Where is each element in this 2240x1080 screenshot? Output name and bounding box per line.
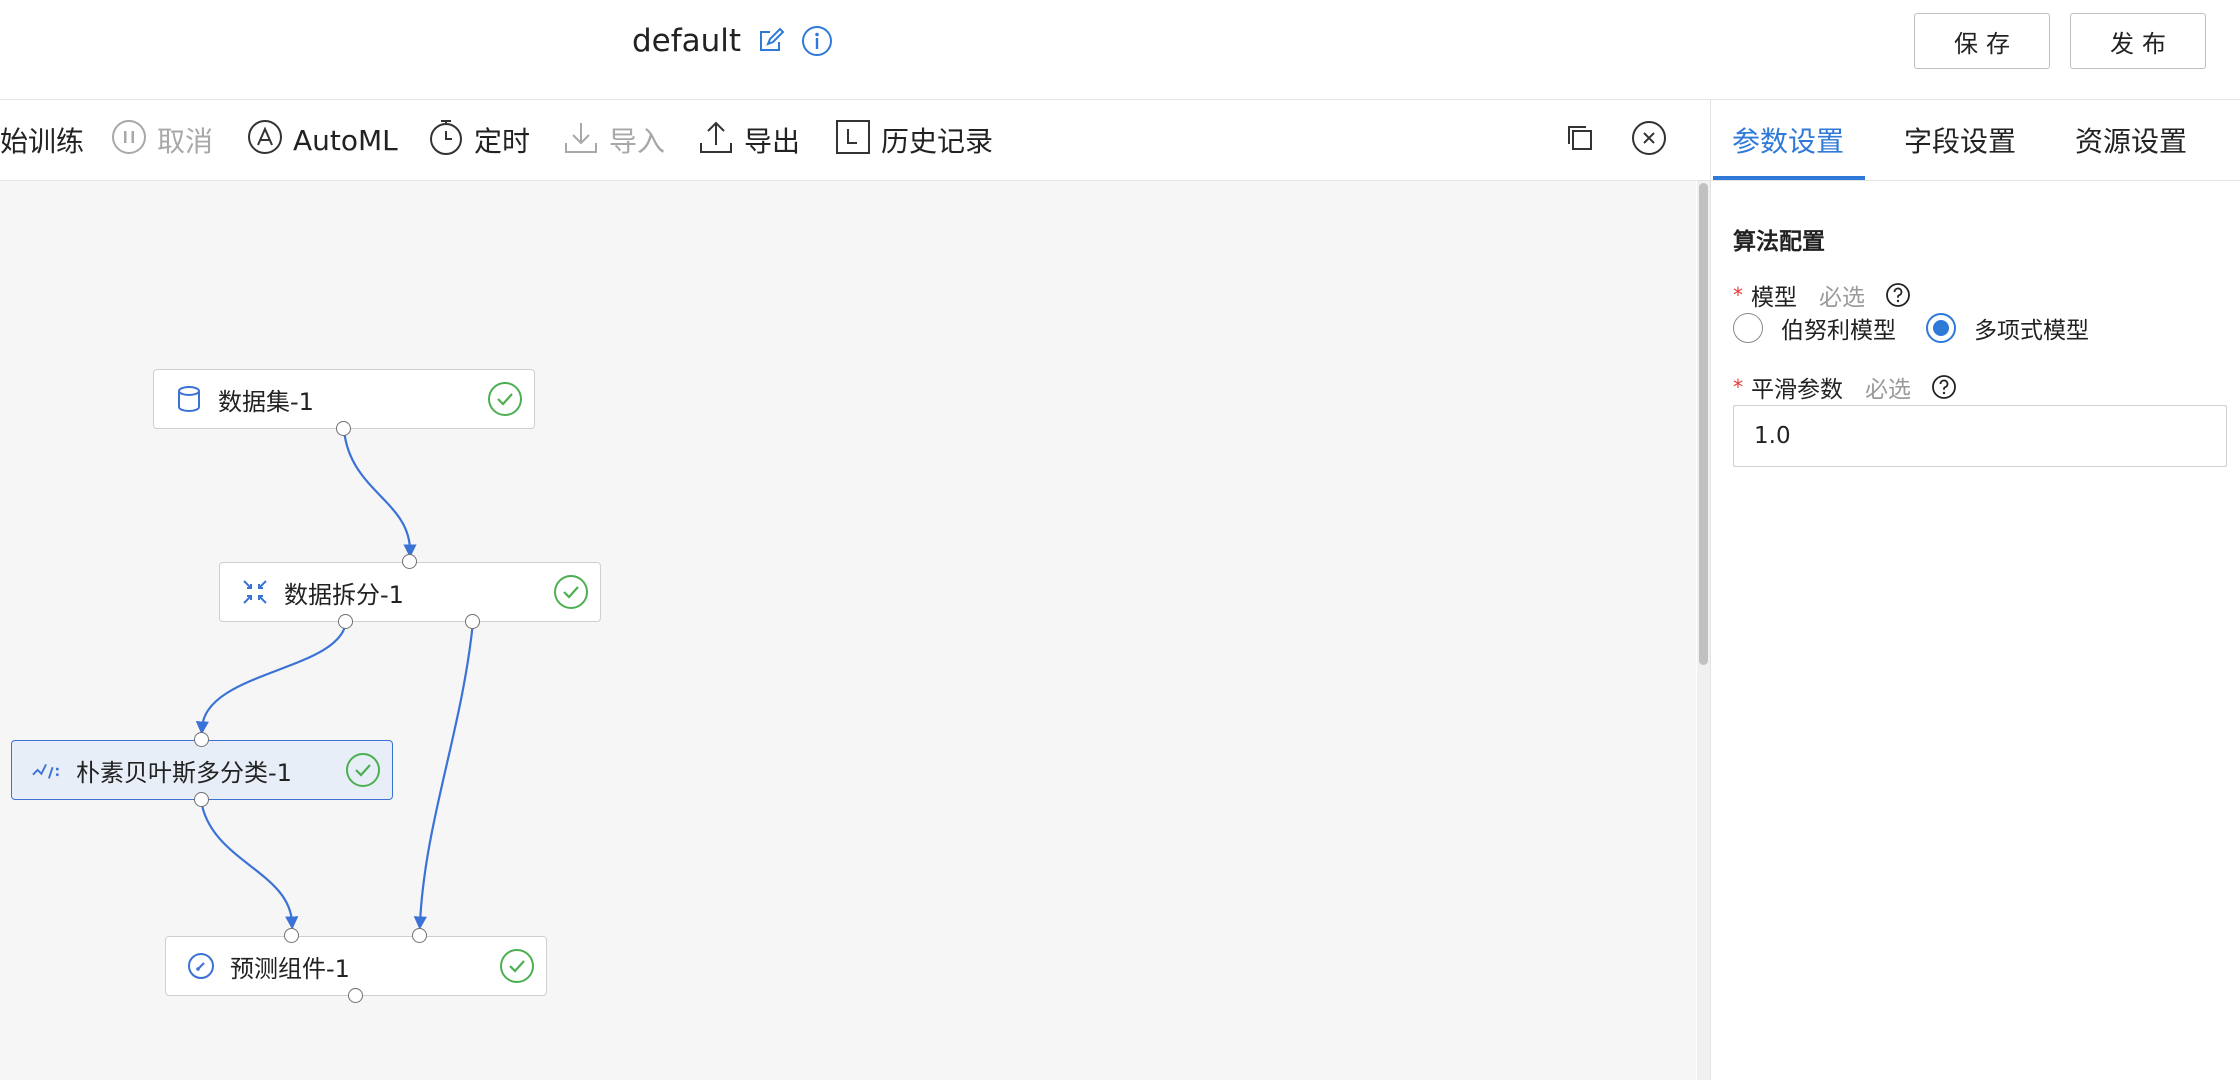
copy-icon [1566,124,1594,156]
edge-bayes-to-predict [199,799,299,930]
required-mark: * [1733,375,1743,399]
properties-panel: 参数设置 字段设置 资源设置 算法配置 * 模型 必选 伯努利模型 多项式模型 … [1711,100,2240,1080]
node-naive-bayes-output-port[interactable] [194,792,209,807]
tab-resource-settings[interactable]: 资源设置 [2075,100,2187,180]
active-tab-indicator [1713,176,1865,180]
canvas-scrollbar[interactable] [1697,181,1710,1080]
publish-button[interactable]: 发布 [2070,13,2206,69]
pause-icon [111,119,147,162]
cancel-button[interactable]: 取消 [111,100,213,180]
radio-multinomial[interactable]: 多项式模型 [1926,311,2089,345]
timer-icon [428,118,464,163]
edge-split-to-predict [413,621,475,930]
edge-dataset-to-split [342,429,417,558]
panel-tabs: 参数设置 字段设置 资源设置 [1711,100,2240,181]
radio-button[interactable] [1733,313,1763,343]
cancel-label: 取消 [157,125,214,158]
schedule-label: 定时 [474,125,531,158]
node-data-split[interactable]: 数据拆分-1 [219,562,601,622]
node-dataset[interactable]: 数据集-1 [153,369,535,429]
model-label: 模型 [1751,285,1797,311]
history-label: 历史记录 [881,125,994,158]
model-hint: 必选 [1819,285,1865,311]
node-naive-bayes-input-port[interactable] [194,732,209,747]
canvas-toolbar: 始训练 取消 AutoML 定时 导入 导出 历史记录 [0,100,1710,181]
tab-parameter-settings[interactable]: 参数设置 [1732,100,1844,180]
export-button[interactable]: 导出 [698,100,800,180]
top-header: default 保存 发布 [0,0,2240,100]
smoothing-input[interactable] [1733,405,2227,467]
node-naive-bayes[interactable]: 朴素贝叶斯多分类-1 [11,740,393,800]
canvas-scroll-thumb[interactable] [1699,183,1708,665]
predict-icon [186,951,216,981]
automl-button[interactable]: AutoML [247,100,398,180]
help-icon[interactable] [1931,374,1957,400]
node-data-split-output-port-2[interactable] [465,614,480,629]
node-predict-input-port-2[interactable] [412,928,427,943]
title-group: default [632,18,833,64]
node-label: 预测组件-1 [230,954,350,983]
download-icon [563,119,599,162]
smoothing-hint: 必选 [1865,377,1911,403]
node-data-split-input-port[interactable] [402,554,417,569]
node-label: 朴素贝叶斯多分类-1 [76,758,292,787]
radio-bernoulli-label: 伯努利模型 [1781,318,1896,344]
info-icon[interactable] [801,25,833,57]
page-title: default [632,23,742,59]
help-icon[interactable] [1885,282,1911,308]
radio-bernoulli[interactable]: 伯努利模型 [1733,311,1896,345]
radio-multinomial-label: 多项式模型 [1974,318,2089,344]
success-check-icon [498,947,536,985]
smoothing-label: 平滑参数 [1751,377,1843,403]
automl-icon [247,119,283,162]
close-circle-icon [1631,120,1667,160]
node-label: 数据拆分-1 [284,580,404,609]
import-button[interactable]: 导入 [563,100,665,180]
split-icon [240,577,270,607]
tab-field-settings[interactable]: 字段设置 [1904,100,2016,180]
node-dataset-output-port[interactable] [336,421,351,436]
export-label: 导出 [744,125,801,158]
upload-icon [698,119,734,162]
model-radio-group: 伯努利模型 多项式模型 [1733,311,2119,345]
start-training-button[interactable]: 始训练 [0,100,84,180]
node-predict-input-port-1[interactable] [284,928,299,943]
required-mark: * [1733,283,1743,307]
algorithm-icon [32,755,62,785]
schedule-button[interactable]: 定时 [428,100,530,180]
edit-icon[interactable] [755,25,787,57]
history-button[interactable]: 历史记录 [835,100,993,180]
node-data-split-output-port-1[interactable] [338,614,353,629]
smoothing-field-label: * 平滑参数 必选 [1733,370,1957,404]
copy-button[interactable] [1560,120,1600,160]
automl-label: AutoML [293,123,398,157]
node-predict[interactable]: 预测组件-1 [165,936,547,996]
node-label: 数据集-1 [218,387,314,416]
start-training-label: 始训练 [0,125,85,158]
success-check-icon [552,573,590,611]
algorithm-config-title: 算法配置 [1733,229,1825,255]
edge-split-to-bayes [195,621,348,735]
success-check-icon [486,380,524,418]
node-predict-output-port[interactable] [348,988,363,1003]
model-field-label: * 模型 必选 [1733,278,1911,312]
history-icon [835,119,871,162]
import-label: 导入 [609,125,666,158]
success-check-icon [344,751,382,789]
database-icon [174,384,204,414]
radio-button-selected[interactable] [1926,313,1956,343]
close-canvas-button[interactable] [1629,120,1669,160]
workflow-canvas[interactable]: 数据集-1 数据拆分-1 朴素贝叶斯多分类-1 预测组件-1 [0,181,1696,1080]
save-button[interactable]: 保存 [1914,13,2050,69]
